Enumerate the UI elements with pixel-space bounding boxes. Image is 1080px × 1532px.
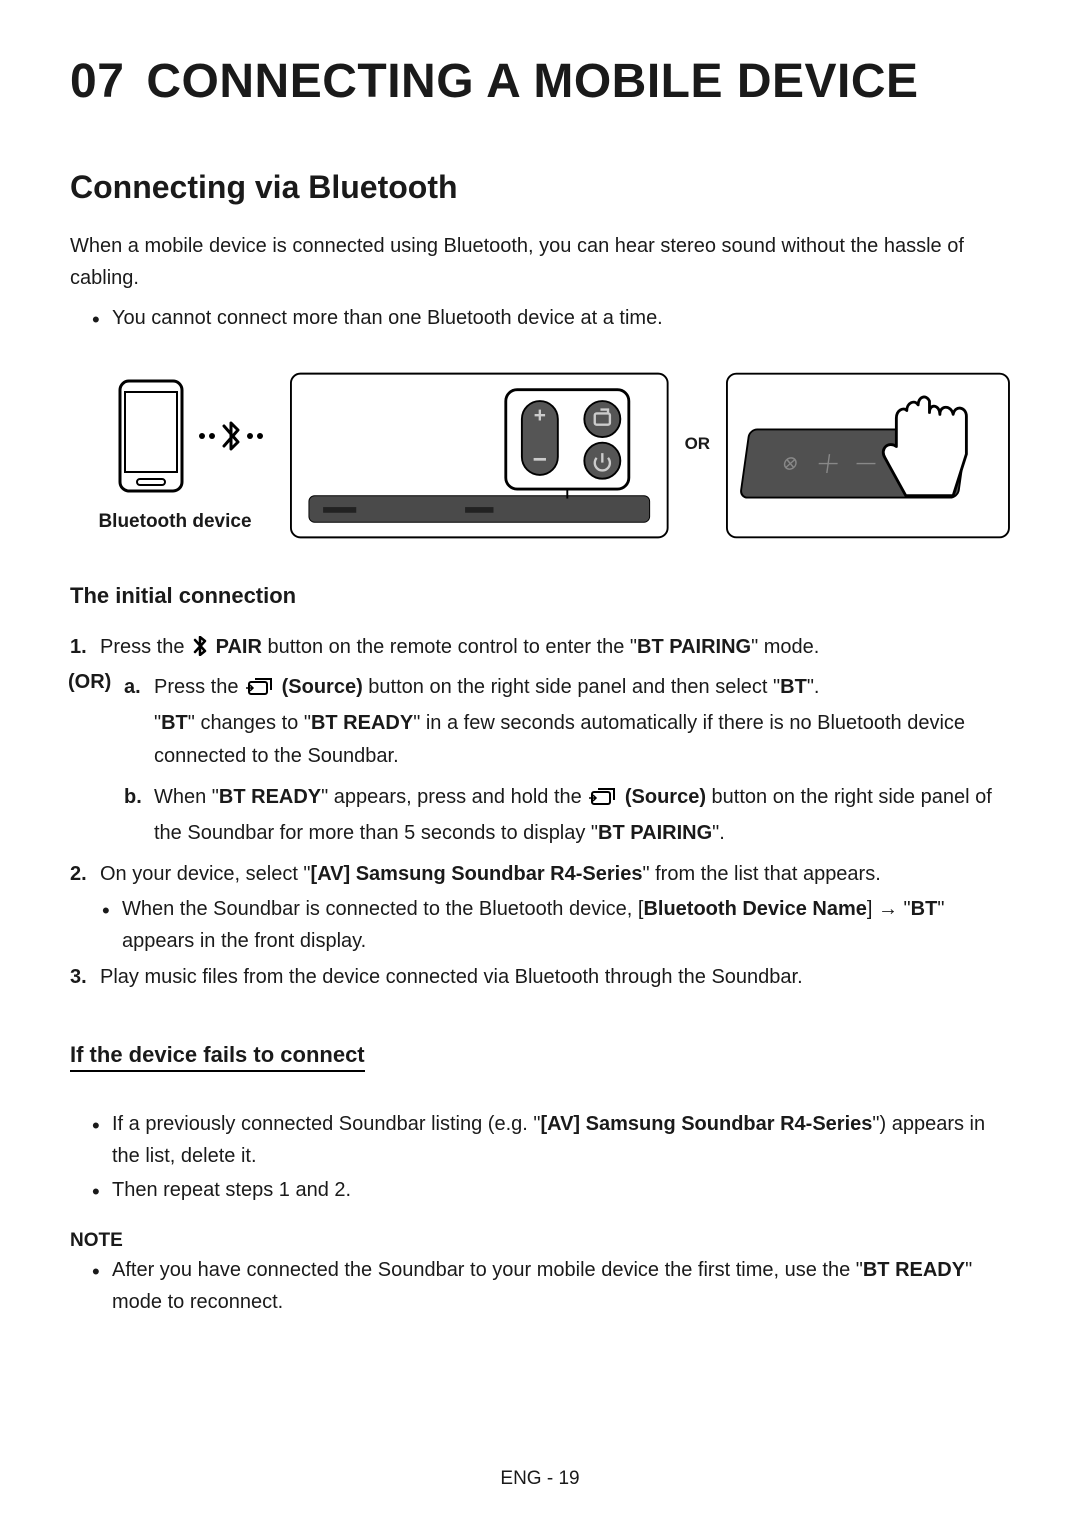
or-label: (OR): [68, 671, 111, 694]
side-panel-illustration: [726, 368, 1010, 543]
or-block: (OR) a. Press the (Source) button on the…: [70, 671, 1010, 850]
intro-bullet-list: You cannot connect more than one Bluetoo…: [70, 302, 1010, 334]
manual-page: 07 CONNECTING A MOBILE DEVICE Connecting …: [0, 0, 1080, 1532]
intro-paragraph: When a mobile device is connected using …: [70, 230, 1010, 294]
steps-list: Press the PAIR button on the remote cont…: [70, 631, 1010, 667]
note-list: After you have connected the Soundbar to…: [70, 1254, 1010, 1318]
connection-diagram: Bluetooth device + −: [70, 368, 1010, 543]
fails-heading: If the device fails to connect: [70, 1042, 365, 1072]
fails-bullet-1: If a previously connected Soundbar listi…: [112, 1108, 1010, 1172]
bluetooth-icon: [224, 423, 238, 449]
substeps-list: a. Press the (Source) button on the righ…: [124, 671, 1010, 850]
initial-connection-heading: The initial connection: [70, 583, 1010, 609]
step-1: Press the PAIR button on the remote cont…: [70, 631, 1010, 667]
fails-list: If a previously connected Soundbar listi…: [70, 1108, 1010, 1206]
chapter-number: 07: [70, 54, 124, 109]
intro-bullet: You cannot connect more than one Bluetoo…: [112, 302, 1010, 334]
soundbar-remote-illustration: + −: [290, 368, 669, 543]
source-icon: [589, 784, 617, 817]
svg-text:+: +: [534, 404, 546, 427]
chapter-title: 07 CONNECTING A MOBILE DEVICE: [70, 54, 1010, 109]
step-a: a. Press the (Source) button on the righ…: [124, 671, 1010, 773]
step-3: Play music files from the device connect…: [70, 961, 1010, 994]
phone-column: Bluetooth device: [70, 379, 280, 533]
note-bullet-1: After you have connected the Soundbar to…: [112, 1254, 1010, 1318]
diagram-or-label: OR: [685, 434, 711, 454]
section-title: Connecting via Bluetooth: [70, 169, 1010, 206]
fails-bullet-2: Then repeat steps 1 and 2.: [112, 1174, 1010, 1206]
step-2-bullet: When the Soundbar is connected to the Bl…: [122, 893, 1010, 957]
phone-bluetooth-illustration: [70, 379, 280, 499]
chapter-text: CONNECTING A MOBILE DEVICE: [146, 55, 918, 108]
source-icon: [246, 674, 274, 707]
step-b: b. When "BT READY" appears, press and ho…: [124, 781, 1010, 850]
page-footer: ENG - 19: [0, 1468, 1080, 1490]
note-label: NOTE: [70, 1230, 1010, 1252]
step-2: On your device, select "[AV] Samsung Sou…: [70, 858, 1010, 957]
bluetooth-pair-icon: [192, 634, 208, 667]
svg-text:−: −: [533, 446, 547, 473]
steps-list-continued: On your device, select "[AV] Samsung Sou…: [70, 858, 1010, 994]
phone-label: Bluetooth device: [98, 511, 251, 533]
